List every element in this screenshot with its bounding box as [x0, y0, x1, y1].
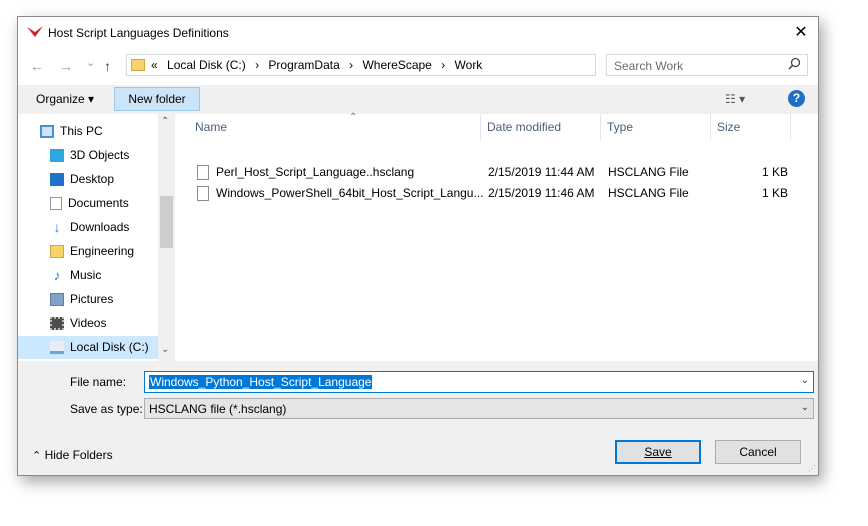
organize-button[interactable]: Organize ▾ — [36, 92, 94, 106]
sidebar-item-label: This PC — [60, 124, 103, 138]
wherescape-logo-icon — [27, 26, 43, 37]
sidebar-item-label: Videos — [70, 316, 107, 330]
column-header-size[interactable]: Size — [711, 114, 791, 140]
local-disk-icon — [50, 341, 64, 355]
save-button[interactable]: Save — [615, 440, 701, 464]
downloads-icon: ↓ — [53, 219, 61, 236]
column-header-date-modified[interactable]: Date modified — [481, 114, 601, 140]
this-pc-icon — [40, 125, 54, 139]
recent-locations-icon[interactable]: ⌄ — [86, 56, 95, 69]
save-as-type-select[interactable]: HSCLANG file (*.hsclang) ⌄ — [144, 398, 814, 419]
breadcrumb: « Local Disk (C:) › ProgramData › WhereS… — [151, 58, 488, 72]
chevron-right-icon[interactable]: › — [255, 58, 259, 72]
view-options-icon[interactable]: ☷ ▾ — [725, 92, 745, 106]
resize-grip-icon[interactable]: ⋰ — [808, 464, 816, 473]
file-type: HSCLANG File — [608, 165, 689, 179]
chevron-up-icon: ⌃ — [32, 450, 42, 462]
file-name-field[interactable]: Windows_Python_Host_Script_Language ⌄ — [144, 371, 814, 393]
window-title: Host Script Languages Definitions — [48, 26, 229, 40]
search-icon — [788, 57, 801, 70]
scrollbar-thumb[interactable] — [160, 196, 173, 248]
command-bar: Organize ▾ New folder ☷ ▾ ? — [18, 85, 818, 115]
3d-objects-icon — [50, 149, 64, 163]
chevron-down-icon[interactable]: ⌄ — [801, 402, 809, 413]
file-date: 2/15/2019 11:44 AM — [488, 165, 595, 179]
navigation-scrollbar[interactable]: ⌃ ⌄ — [158, 114, 175, 361]
chevron-right-icon[interactable]: › — [349, 58, 353, 72]
breadcrumb-work[interactable]: Work — [455, 58, 483, 72]
music-icon: ♪ — [53, 267, 61, 284]
file-size: 1 KB — [762, 165, 789, 179]
breadcrumb-overflow[interactable]: « — [151, 58, 158, 72]
sidebar-item-label: 3D Objects — [70, 148, 130, 162]
file-list: ⌃ Name Date modified Type Size Perl_Host… — [175, 112, 818, 361]
search-box[interactable]: Search Work — [606, 54, 808, 76]
file-name: Windows_PowerShell_64bit_Host_Script_Lan… — [216, 186, 484, 200]
folder-icon — [50, 245, 64, 259]
pictures-icon — [50, 293, 64, 307]
sidebar-item-label: Desktop — [70, 172, 115, 186]
sidebar-item-local-disk[interactable]: Local Disk (C:) — [18, 336, 158, 359]
folder-icon — [131, 59, 145, 71]
file-name-label: File name: — [70, 375, 127, 389]
hide-folders-label: Hide Folders — [44, 448, 113, 462]
navigation-pane: This PC 3D Objects Desktop Documents ↓ Do… — [18, 114, 175, 361]
videos-icon — [50, 317, 64, 331]
sidebar-item-label: Pictures — [70, 292, 114, 306]
close-icon[interactable]: ✕ — [788, 21, 814, 45]
file-date: 2/15/2019 11:46 AM — [488, 186, 595, 200]
up-arrow-icon[interactable]: ↑ — [104, 58, 111, 74]
column-header-type[interactable]: Type — [601, 114, 711, 140]
file-size: 1 KB — [762, 186, 789, 200]
documents-icon — [50, 197, 62, 211]
address-bar[interactable]: « Local Disk (C:) › ProgramData › WhereS… — [126, 54, 698, 76]
file-row[interactable]: Windows_PowerShell_64bit_Host_Script_Lan… — [175, 183, 818, 204]
file-row[interactable]: Perl_Host_Script_Language..hsclang 2/15/… — [175, 162, 818, 183]
save-dialog: Host Script Languages Definitions ✕ ← → … — [17, 16, 819, 476]
help-icon[interactable]: ? — [788, 90, 805, 107]
desktop-icon — [50, 173, 64, 187]
sidebar-item-label: Documents — [68, 196, 129, 210]
hide-folders-button[interactable]: ⌃ Hide Folders — [32, 448, 113, 462]
new-folder-button[interactable]: New folder — [114, 87, 200, 111]
title-bar: Host Script Languages Definitions ✕ — [18, 17, 818, 48]
chevron-right-icon[interactable]: › — [441, 58, 445, 72]
search-input[interactable]: Search Work — [614, 59, 683, 73]
sidebar-item-label: Downloads — [70, 220, 130, 234]
file-type: HSCLANG File — [608, 186, 689, 200]
chevron-down-icon[interactable]: ⌄ — [801, 375, 809, 386]
breadcrumb-wherescape[interactable]: WhereScape — [362, 58, 431, 72]
cancel-button[interactable]: Cancel — [715, 440, 801, 464]
sidebar-item-label: Music — [70, 268, 102, 282]
file-icon — [197, 186, 209, 201]
navigation-row: ← → ⌄ ↑ « Local Disk (C:) › ProgramData … — [18, 48, 818, 85]
scroll-down-icon[interactable]: ⌄ — [161, 344, 169, 355]
sidebar-item-label: Local Disk (C:) — [70, 340, 149, 354]
forward-arrow-icon[interactable]: → — [59, 58, 73, 74]
back-arrow-icon[interactable]: ← — [30, 58, 44, 74]
column-header-name[interactable]: Name — [189, 114, 481, 140]
scroll-up-icon[interactable]: ⌃ — [161, 116, 169, 127]
breadcrumb-local-disk[interactable]: Local Disk (C:) — [167, 58, 246, 72]
caret-down-icon: ▾ — [88, 92, 95, 106]
file-name-value[interactable]: Windows_Python_Host_Script_Language — [149, 375, 373, 389]
save-as-type-value: HSCLANG file (*.hsclang) — [149, 402, 287, 416]
save-as-type-label: Save as type: — [70, 402, 143, 416]
file-icon — [197, 165, 209, 180]
sidebar-item-label: Engineering — [70, 244, 135, 258]
organize-label: Organize — [36, 92, 85, 106]
file-name: Perl_Host_Script_Language..hsclang — [216, 165, 415, 179]
breadcrumb-programdata[interactable]: ProgramData — [268, 58, 339, 72]
